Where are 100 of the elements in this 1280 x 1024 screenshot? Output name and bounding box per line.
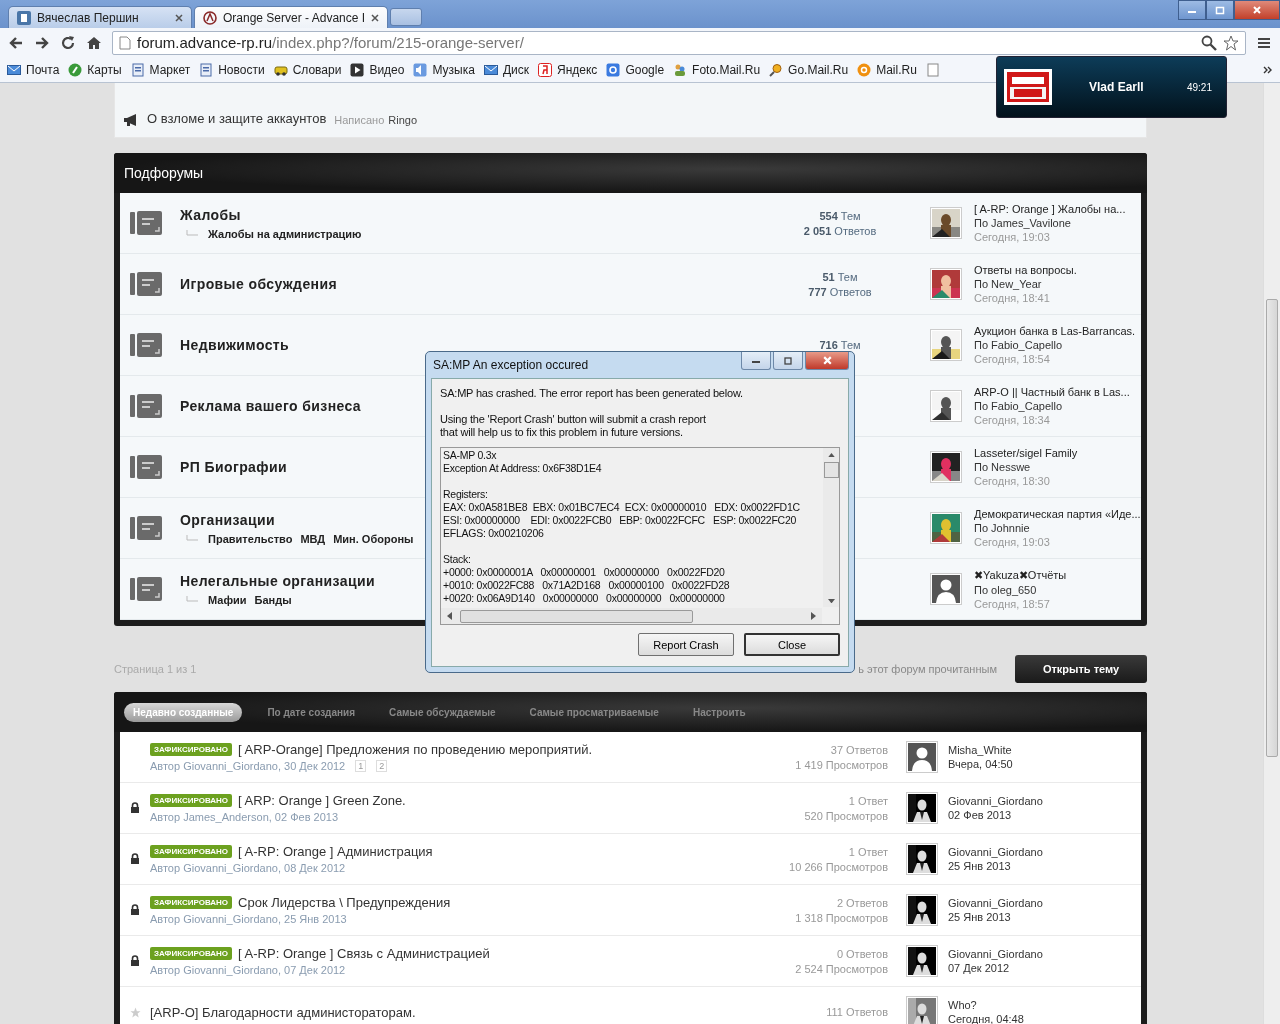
last-post-link[interactable]: [ A-RP: Orange ] Жалобы на... — [974, 203, 1126, 215]
last-post-time: Сегодня, 19:03 — [974, 536, 1051, 548]
scroll-right-icon[interactable] — [811, 612, 816, 620]
scroll-left-icon[interactable] — [447, 612, 452, 620]
forum-link[interactable]: Недвижимость — [180, 337, 760, 353]
last-post-author[interactable]: Giovanni_Giordano — [948, 846, 1043, 858]
topic-link[interactable]: Срок Лидерства \ Предупреждения — [238, 895, 451, 910]
pinned-badge: ЗАФИКСИРОВАНО — [150, 794, 233, 807]
bookmark[interactable]: Диск — [483, 62, 529, 77]
more-icon[interactable] — [1263, 64, 1273, 75]
last-post-link[interactable]: Аукцион банка в Las-Barrancas. — [974, 325, 1136, 337]
last-post-author[interactable]: Giovanni_Giordano — [948, 795, 1043, 807]
reply-count: 1 Ответ — [848, 794, 888, 807]
topic-link[interactable]: [ ARP: Orange ] Green Zone. — [238, 793, 406, 808]
topic-link[interactable]: [ A-RP: Orange ] Администрация — [238, 844, 433, 859]
bookmark[interactable]: Новости — [199, 62, 265, 77]
browser-tab[interactable]: Вячеслав Першин — [8, 6, 192, 28]
back-icon[interactable] — [8, 34, 24, 51]
close-button[interactable] — [1234, 0, 1280, 20]
maximize-button[interactable] — [1206, 0, 1234, 20]
star-icon[interactable] — [1223, 34, 1239, 51]
forum-icon — [130, 209, 162, 237]
new-tab-button[interactable] — [390, 8, 423, 26]
subforum-link[interactable]: Правительство — [208, 532, 293, 545]
new-topic-button[interactable]: Открыть тему — [1015, 655, 1147, 683]
sort-tab[interactable]: Настроить — [683, 702, 755, 722]
envelope-icon — [7, 62, 21, 77]
home-icon[interactable] — [86, 34, 102, 51]
last-post-author[interactable]: Misha_White — [948, 744, 1013, 756]
scrollbar[interactable] — [1263, 83, 1280, 1024]
forward-icon[interactable] — [34, 34, 50, 51]
scroll-up-icon[interactable] — [827, 453, 835, 458]
bookmark[interactable]: Маркет — [130, 62, 191, 77]
browser-tab[interactable]: Orange Server - Advance I — [194, 6, 389, 28]
last-post-author[interactable]: По oleg_650 — [974, 583, 1067, 596]
last-post-author[interactable]: По Fabio_Capello — [974, 339, 1136, 351]
forum-icon — [130, 331, 162, 359]
bookmark[interactable]: Карты — [68, 62, 122, 77]
last-post-link[interactable]: ARP-O || Частный банк в Las... — [974, 386, 1130, 398]
bookmark[interactable]: Видео — [350, 62, 405, 77]
bookmark[interactable]: Словари — [273, 62, 342, 77]
page-icon — [119, 35, 131, 50]
scroll-thumb[interactable] — [460, 609, 693, 623]
bookmark[interactable]: Go.Mail.Ru — [769, 62, 849, 77]
subforum-link[interactable]: Мин. Обороны — [333, 532, 414, 545]
bookmark[interactable]: Foto.Mail.Ru — [673, 62, 761, 77]
subforum-link[interactable]: Банды — [254, 593, 292, 606]
dialog-button[interactable]: Report Crash — [638, 633, 734, 656]
forum-link[interactable]: Игровые обсуждения — [180, 276, 760, 292]
topic-link[interactable]: [ ARP-Orange] Предложения по проведению мероприятий. — [238, 742, 593, 757]
author-link[interactable]: Ringo — [388, 114, 418, 126]
sort-tab[interactable]: Самые просматриваемые — [520, 702, 668, 722]
last-post-author[interactable]: Who? — [948, 999, 1024, 1011]
star-icon — [129, 1006, 141, 1018]
last-post-link[interactable]: Lasseter/sigel Family — [974, 447, 1078, 459]
subforum-link[interactable]: МВД — [300, 532, 326, 545]
last-post-author[interactable]: По Nesswe — [974, 461, 1078, 473]
sort-tab[interactable]: Самые обсуждаемые — [380, 702, 505, 722]
bookmark[interactable]: Mail.Ru — [857, 62, 917, 77]
reply-count: 0 Ответов — [836, 947, 888, 960]
last-post-author[interactable]: По James_Vavilone — [974, 217, 1126, 229]
bookmark[interactable]: Почта — [7, 62, 60, 77]
bookmark[interactable]: Музыка — [413, 62, 475, 77]
scroll-thumb[interactable] — [823, 462, 839, 479]
notification-popup[interactable]: Vlad Earll 49:21 — [996, 56, 1227, 118]
reload-icon[interactable] — [60, 34, 76, 51]
announcement-link[interactable]: О взломе и защите аккаунтов — [147, 111, 327, 126]
bookmark[interactable]: Яндекс — [538, 62, 598, 77]
close-button[interactable] — [805, 352, 849, 370]
last-post-time: Сегодня, 18:54 — [974, 353, 1051, 365]
last-post-link[interactable]: Ответы на вопросы. — [974, 264, 1077, 276]
scroll-down-icon[interactable] — [827, 598, 835, 603]
zoom-icon[interactable] — [1201, 34, 1217, 51]
close-icon[interactable] — [371, 13, 380, 22]
scroll-thumb[interactable] — [1266, 299, 1278, 757]
subforum-link[interactable]: Жалобы на администрацию — [208, 227, 362, 240]
forum-link[interactable]: Жалобы — [180, 206, 760, 223]
dialog-button[interactable]: Close — [744, 633, 840, 656]
last-post-author[interactable]: По Fabio_Capello — [974, 400, 1130, 412]
crash-report-field[interactable] — [440, 447, 840, 625]
minimize-button[interactable] — [1178, 0, 1206, 20]
report-line: +0020: 0x06A9D140 0x00000000 0x00000000 0x00000000 — [443, 592, 726, 605]
last-post-author[interactable]: По Johnnie — [974, 522, 1141, 534]
subforum-link[interactable]: Мафии — [208, 593, 247, 606]
last-post-author[interactable]: Giovanni_Giordano — [948, 948, 1043, 960]
topic-link[interactable]: [ A-RP: Orange ] Связь с Администрацией — [238, 946, 490, 961]
last-post-author[interactable]: Giovanni_Giordano — [948, 897, 1043, 909]
view-count: 2 524 Просмотров — [795, 962, 888, 975]
topic-author: Автор James_Anderson, 02 Фев 2013 — [150, 811, 338, 823]
close-icon[interactable] — [175, 13, 183, 22]
last-post-link[interactable]: Демократическая партия «Иде... — [974, 508, 1141, 520]
bookmark[interactable]: Google — [606, 62, 665, 77]
last-post-author[interactable]: По New_Year — [974, 278, 1077, 290]
maximize-button[interactable] — [773, 352, 803, 370]
sort-tab[interactable]: По дате создания — [258, 702, 365, 722]
last-post-link[interactable]: ✖Yakuza✖Отчёты — [974, 568, 1067, 582]
topic-link[interactable]: [ARP-O] Благодарности администораторам. — [150, 1004, 416, 1020]
address-field[interactable]: forum.advance-rp.ru/index.php?/forum/215-orange-server/ — [112, 30, 1246, 55]
minimize-button[interactable] — [741, 352, 771, 370]
square-icon — [606, 62, 621, 77]
